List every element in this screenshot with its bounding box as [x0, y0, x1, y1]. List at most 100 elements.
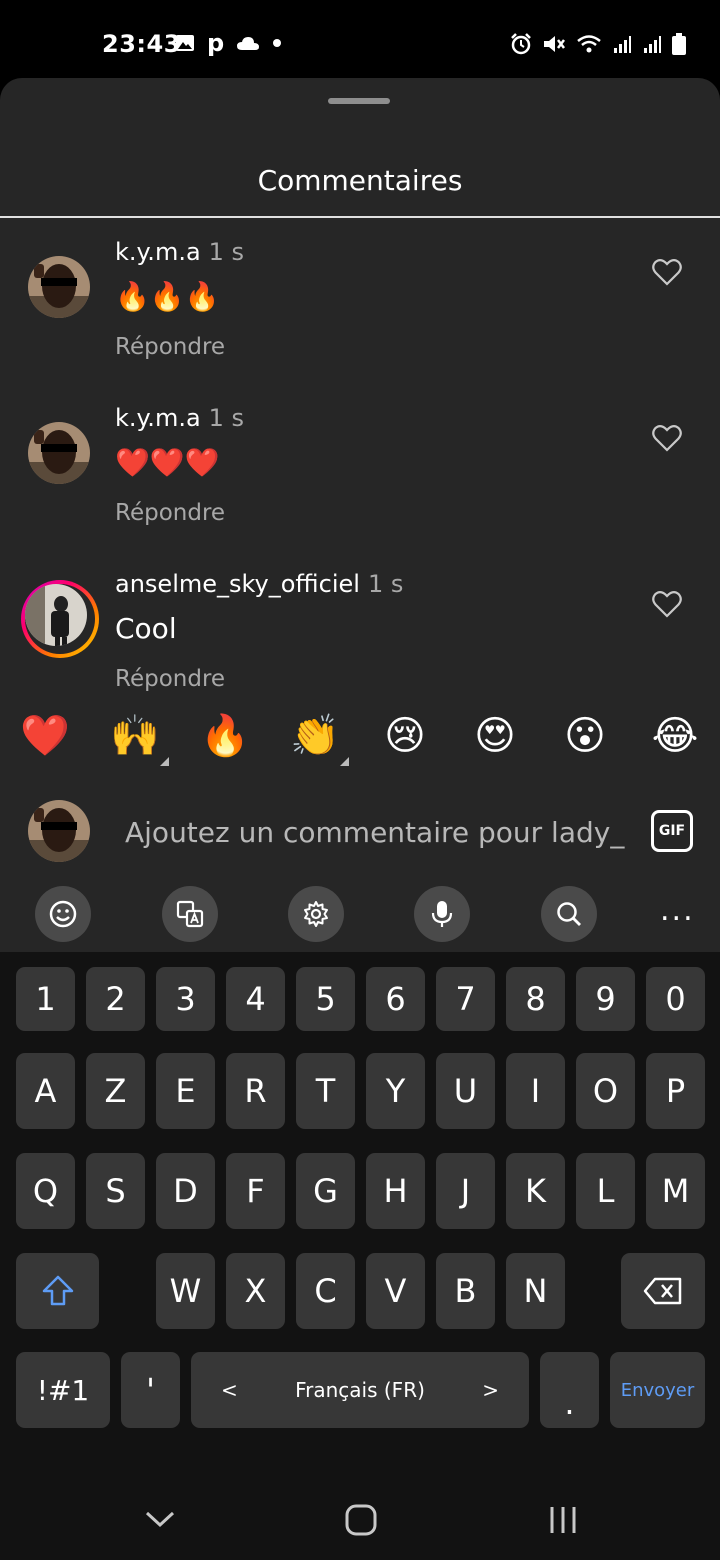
key-2[interactable]: 2: [86, 967, 145, 1031]
avatar-image: [28, 800, 90, 862]
home-icon[interactable]: [344, 1503, 378, 1537]
key-z[interactable]: Z: [86, 1053, 145, 1129]
skin-tone-indicator: [340, 757, 349, 766]
microphone-icon[interactable]: [414, 886, 470, 942]
recent-apps-icon[interactable]: [548, 1505, 578, 1535]
reply-button[interactable]: Répondre: [115, 666, 225, 692]
key-m[interactable]: M: [646, 1153, 705, 1229]
key-8[interactable]: 8: [506, 967, 565, 1031]
gif-button[interactable]: GIF: [651, 810, 693, 852]
language-next[interactable]: >: [482, 1378, 499, 1402]
comment-item: anselme_sky_officiel 1 s Cool Répondre: [0, 570, 720, 720]
reaction-raising-hands[interactable]: 🙌: [109, 710, 169, 766]
username-link[interactable]: anselme_sky_officiel: [115, 570, 360, 598]
username-link[interactable]: k.y.m.a: [115, 404, 201, 432]
key-n[interactable]: N: [506, 1253, 565, 1329]
username-link[interactable]: k.y.m.a: [115, 238, 201, 266]
comments-sheet: Commentaires k.y.m.a 1 s 🔥🔥🔥 Répondre k.y…: [0, 78, 720, 953]
key-f[interactable]: F: [226, 1153, 285, 1229]
story-ring[interactable]: [21, 580, 99, 658]
key-l[interactable]: L: [576, 1153, 635, 1229]
comment-username[interactable]: anselme_sky_officiel 1 s: [115, 570, 403, 598]
reaction-crying[interactable]: 😢: [379, 710, 431, 762]
key-b[interactable]: B: [436, 1253, 495, 1329]
key-r[interactable]: R: [226, 1053, 285, 1129]
comment-username[interactable]: k.y.m.a 1 s: [115, 404, 244, 432]
more-icon[interactable]: ...: [660, 896, 695, 926]
alarm-icon: [511, 33, 531, 55]
key-5[interactable]: 5: [296, 967, 355, 1031]
comment-text: ❤️❤️❤️: [115, 446, 220, 479]
key-0[interactable]: 0: [646, 967, 705, 1031]
reply-button[interactable]: Répondre: [115, 500, 225, 526]
key-1[interactable]: 1: [16, 967, 75, 1031]
avatar[interactable]: [28, 256, 90, 318]
key-c[interactable]: C: [296, 1253, 355, 1329]
key-7[interactable]: 7: [436, 967, 495, 1031]
reaction-surprised[interactable]: 😮: [559, 710, 611, 762]
key-k[interactable]: K: [506, 1153, 565, 1229]
send-key[interactable]: Envoyer: [610, 1352, 705, 1428]
key-h[interactable]: H: [366, 1153, 425, 1229]
keyboard-toolbar: ...: [0, 878, 720, 952]
key-x[interactable]: X: [226, 1253, 285, 1329]
avatar-image: [28, 422, 90, 484]
reaction-laughing[interactable]: 😂: [649, 710, 701, 762]
key-3[interactable]: 3: [156, 967, 215, 1031]
heart-icon[interactable]: [652, 258, 682, 286]
avatar[interactable]: [25, 584, 87, 646]
shift-key[interactable]: [16, 1253, 99, 1329]
backspace-key[interactable]: [621, 1253, 705, 1329]
key-j[interactable]: J: [436, 1153, 495, 1229]
heart-icon[interactable]: [652, 424, 682, 452]
settings-icon[interactable]: [288, 886, 344, 942]
key-g[interactable]: G: [296, 1153, 355, 1229]
key-e[interactable]: E: [156, 1053, 215, 1129]
reaction-heart[interactable]: ❤️: [19, 710, 71, 762]
key-v[interactable]: V: [366, 1253, 425, 1329]
key-6[interactable]: 6: [366, 967, 425, 1031]
comment-input[interactable]: [125, 810, 625, 854]
comment-item: k.y.m.a 1 s ❤️❤️❤️ Répondre: [0, 404, 720, 554]
wifi-icon: [577, 35, 601, 53]
keyboard: 1 2 3 4 5 6 7 8 9 0 A Z E R T Y U I O P …: [0, 952, 720, 1560]
period-key[interactable]: .: [540, 1352, 599, 1428]
status-bar: 23:43 p: [0, 0, 720, 80]
quick-reactions: ❤️ 🙌 🔥 👏 😢 😍 😮 😂: [0, 702, 720, 772]
key-w[interactable]: W: [156, 1253, 215, 1329]
key-q[interactable]: Q: [16, 1153, 75, 1229]
key-t[interactable]: T: [296, 1053, 355, 1129]
key-p[interactable]: P: [646, 1053, 705, 1129]
mute-icon: [544, 36, 565, 52]
signal-icon: [644, 36, 661, 53]
heart-icon[interactable]: [652, 590, 682, 618]
reply-button[interactable]: Répondre: [115, 334, 225, 360]
drag-handle[interactable]: [328, 98, 390, 104]
symbols-key[interactable]: !#1: [16, 1352, 110, 1428]
key-9[interactable]: 9: [576, 967, 635, 1031]
key-4[interactable]: 4: [226, 967, 285, 1031]
reaction-fire[interactable]: 🔥: [199, 710, 251, 762]
key-u[interactable]: U: [436, 1053, 495, 1129]
key-y[interactable]: Y: [366, 1053, 425, 1129]
emoji-icon[interactable]: [35, 886, 91, 942]
space-key[interactable]: < Français (FR) >: [191, 1352, 529, 1428]
key-i[interactable]: I: [506, 1053, 565, 1129]
signal-icon: [614, 36, 631, 53]
key-d[interactable]: D: [156, 1153, 215, 1229]
comment-username[interactable]: k.y.m.a 1 s: [115, 238, 244, 266]
chevron-down-icon[interactable]: [144, 1508, 176, 1530]
reaction-clapping[interactable]: 👏: [289, 710, 349, 766]
search-icon[interactable]: [541, 886, 597, 942]
reaction-heart-eyes[interactable]: 😍: [469, 710, 521, 762]
key-s[interactable]: S: [86, 1153, 145, 1229]
comment-composer: GIF: [0, 790, 720, 875]
comment-time: 1 s: [367, 570, 404, 598]
avatar[interactable]: [28, 422, 90, 484]
sheet-title: Commentaires: [257, 164, 463, 197]
key-o[interactable]: O: [576, 1053, 635, 1129]
translate-icon[interactable]: [162, 886, 218, 942]
apostrophe-key[interactable]: ': [121, 1352, 180, 1428]
language-prev[interactable]: <: [221, 1378, 238, 1402]
key-a[interactable]: A: [16, 1053, 75, 1129]
